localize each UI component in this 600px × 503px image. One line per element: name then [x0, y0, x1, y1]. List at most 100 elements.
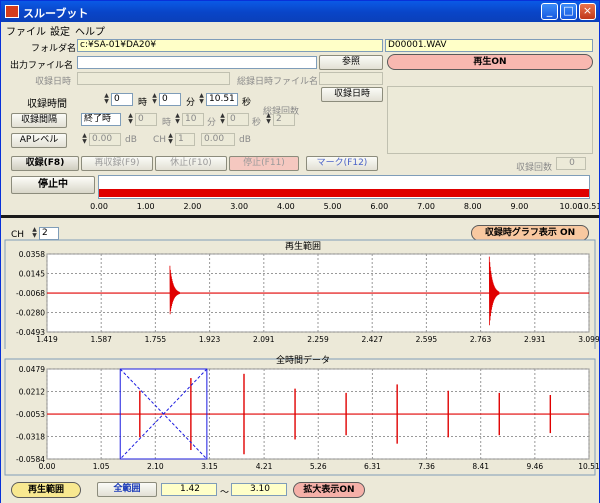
timeline-tick-label: 4.00: [277, 202, 295, 211]
browse-button[interactable]: 参照: [319, 55, 383, 70]
zoom-toggle-button[interactable]: 拡大表示ON: [293, 482, 365, 498]
range-separator: ～: [220, 488, 230, 498]
overview-chart-title: 全時間データ: [276, 355, 330, 366]
overview-x-tick: 3.15: [201, 462, 218, 471]
rec-datetime-button[interactable]: 収録日時: [321, 87, 383, 102]
interval-button[interactable]: 収録間隔: [11, 113, 67, 128]
playback-y-tick: 0.0358: [19, 250, 45, 259]
range-end-field[interactable]: 3.10: [231, 483, 287, 496]
timeline-tick-label: 10.51: [579, 202, 599, 211]
playback-x-tick: 1.587: [90, 335, 112, 344]
ap-db-field: 0.00: [201, 133, 235, 146]
timeline-tick-label: 6.00: [370, 202, 388, 211]
overview-y-tick: 0.0479: [19, 365, 45, 374]
playback-x-tick: 2.595: [416, 335, 438, 344]
minutes-unit: 分: [186, 98, 196, 108]
rec-count-field: 0: [556, 157, 586, 170]
overview-x-tick: 8.41: [472, 462, 489, 471]
timeline-tick-label: 7.00: [417, 202, 435, 211]
timeline-tick-label: 2.00: [184, 202, 202, 211]
ap-level-button[interactable]: APレベル: [11, 133, 67, 148]
timeline-progress-bar: [99, 189, 589, 197]
timeline-tick-label: 3.00: [230, 202, 248, 211]
rec-count-label: 収録回数: [516, 163, 553, 173]
close-button[interactable]: ×: [579, 3, 596, 20]
play-range-button[interactable]: 再生範囲: [11, 482, 81, 498]
folder-field[interactable]: c:¥SA-01¥DA20¥: [77, 39, 383, 52]
play-status-badge[interactable]: 再生ON: [387, 54, 593, 70]
playback-x-tick: 1.923: [199, 335, 221, 344]
interval-s-unit: 秒: [252, 118, 262, 128]
pause-button[interactable]: 休止(F10): [155, 156, 227, 171]
range-start-field[interactable]: 1.42: [161, 483, 217, 496]
playback-x-tick: 2.763: [470, 335, 492, 344]
record-button[interactable]: 収録(F8): [11, 156, 79, 171]
output-file-label: 出力ファイル名: [10, 61, 74, 71]
timeline-panel[interactable]: [98, 175, 590, 199]
overview-x-tick: 1.05: [93, 462, 110, 471]
seconds-unit: 秒: [242, 98, 252, 108]
playback-x-tick: 2.931: [524, 335, 546, 344]
interval-count-field: 2: [273, 113, 295, 126]
interval-h-field: 0: [135, 113, 157, 126]
overview-y-tick: -0.0053: [16, 410, 45, 419]
hours-unit: 時: [138, 98, 148, 108]
overview-x-tick: 5.26: [310, 462, 327, 471]
interval-m-spinner[interactable]: ▲ ▼: [174, 113, 181, 126]
playback-x-tick: 2.091: [253, 335, 275, 344]
timeline-tick-label: 5.00: [324, 202, 342, 211]
overview-y-tick: -0.0318: [16, 433, 45, 442]
db-unit: dB: [239, 135, 251, 145]
timeline-tick-label: 0.00: [90, 202, 108, 211]
interval-s-spinner[interactable]: ▲ ▼: [219, 113, 226, 126]
mark-button[interactable]: マーク(F12): [306, 156, 378, 171]
recorded-datetime-label: 収録日時: [35, 77, 72, 87]
rec-seconds-field[interactable]: 10.51: [206, 93, 238, 106]
full-range-button[interactable]: 全範囲: [97, 482, 157, 497]
title-bar[interactable]: スルーブット _ □ ×: [1, 1, 599, 23]
rerecord-button[interactable]: 再収録(F9): [81, 156, 153, 171]
playback-chart[interactable]: 再生範囲0.03580.0145-0.0068-0.0280-0.04931.4…: [3, 234, 599, 349]
rec-datetime-list[interactable]: [387, 86, 593, 154]
playback-y-tick: 0.0145: [19, 270, 45, 279]
app-icon: [5, 5, 19, 18]
timeline-tick-label: 1.00: [137, 202, 155, 211]
interval-m-field: 10: [182, 113, 204, 126]
file-field[interactable]: D00001.WAV: [385, 39, 593, 52]
ap-ch-field: 1: [175, 133, 195, 146]
ap-ch-label: CH: [153, 135, 167, 145]
maximize-button[interactable]: □: [560, 3, 577, 20]
ap-ch-spinner[interactable]: ▲ ▼: [167, 133, 174, 146]
overview-x-tick: 2.10: [147, 462, 164, 471]
interval-h-spinner[interactable]: ▲ ▼: [127, 113, 134, 126]
playback-y-tick: -0.0280: [16, 309, 45, 318]
ap-spinner[interactable]: ▲ ▼: [81, 133, 88, 146]
overview-y-tick: 0.0212: [19, 388, 45, 397]
minimize-button[interactable]: _: [541, 3, 558, 20]
hours-spinner[interactable]: ▲ ▼: [103, 93, 110, 106]
playback-x-tick: 2.427: [361, 335, 383, 344]
playback-y-tick: -0.0068: [16, 289, 45, 298]
rec-hours-field[interactable]: 0: [111, 93, 133, 106]
interval-mode-select[interactable]: 終了時: [81, 113, 121, 126]
rec-minutes-field[interactable]: 0: [159, 93, 181, 106]
output-file-field[interactable]: [77, 56, 317, 69]
overview-x-tick: 0.00: [39, 462, 56, 471]
stop-button[interactable]: 停止(F11): [229, 156, 299, 171]
control-panel: フォルダ名 c:¥SA-01¥DA20¥ D00001.WAV 出力ファイル名 …: [1, 36, 599, 216]
interval-count-spinner[interactable]: ▲ ▼: [265, 113, 272, 126]
playback-x-tick: 1.419: [36, 335, 58, 344]
total-file-field: [319, 72, 383, 85]
overview-x-tick: 7.36: [418, 462, 435, 471]
interval-s-field: 0: [227, 113, 249, 126]
timeline-tick-label: 8.00: [464, 202, 482, 211]
seconds-spinner[interactable]: ▲ ▼: [198, 93, 205, 106]
minutes-spinner[interactable]: ▲ ▼: [151, 93, 158, 106]
rec-time-label: 収録時間: [27, 99, 67, 110]
overview-chart[interactable]: 全時間データ0.04790.0212-0.0053-0.0318-0.05840…: [3, 355, 599, 483]
ap-value-field: 0.00: [89, 133, 121, 146]
overview-x-tick: 6.31: [364, 462, 381, 471]
menu-bar: ファイル 設定 ヘルプ: [1, 22, 599, 38]
status-indicator: 停止中: [11, 176, 95, 194]
total-file-label: 総録日時ファイル名: [237, 77, 319, 87]
